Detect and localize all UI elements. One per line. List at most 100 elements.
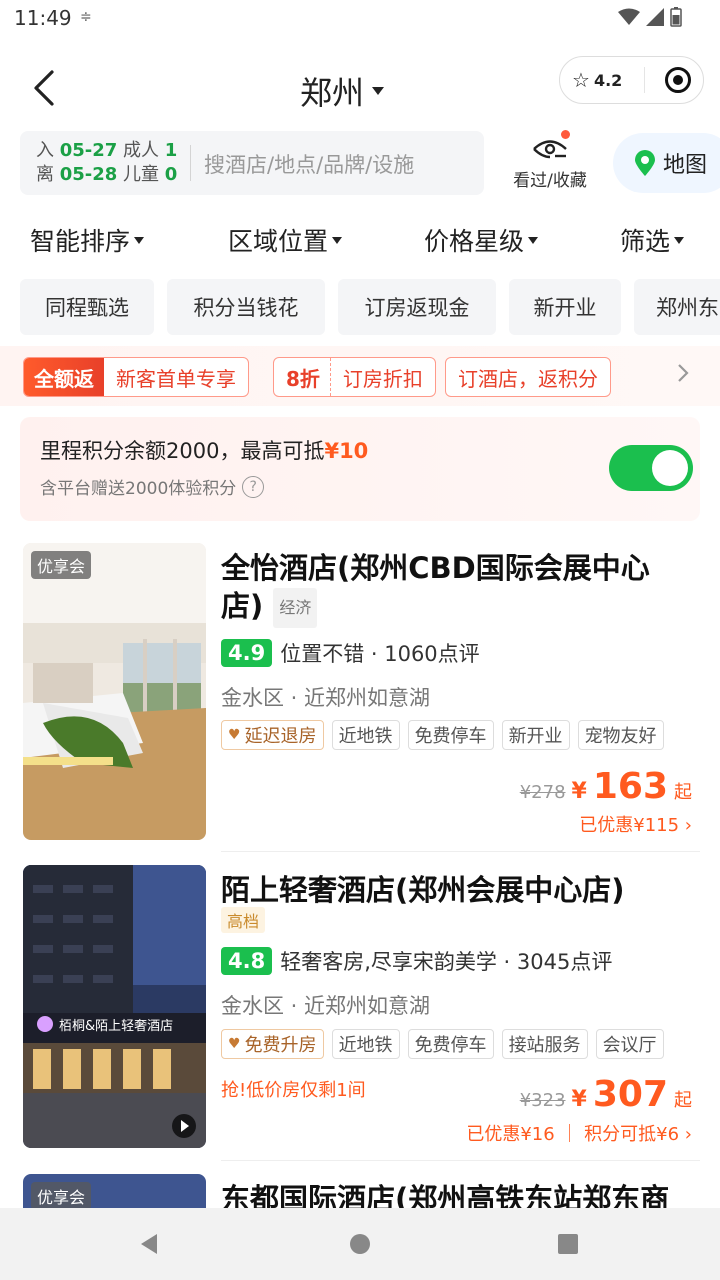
adults-label: 成人 xyxy=(123,140,160,161)
hotel-price: ¥278 ¥163 起 xyxy=(520,766,692,807)
capsule-divider xyxy=(644,67,646,93)
sort-bar: 智能排序 区域位置 价格星级 筛选 xyxy=(0,218,720,262)
star-icon[interactable]: ☆ xyxy=(572,68,590,92)
tag: 近地铁 xyxy=(331,720,400,750)
tag: 近地铁 xyxy=(331,1029,400,1059)
help-icon[interactable]: ? xyxy=(242,475,265,498)
chip-tc-select[interactable]: 同程甄选 xyxy=(20,279,154,335)
hotel-tags: ♥ 免费升房 近地铁 免费停车 接站服务 会议厅 xyxy=(221,1029,664,1059)
tag: 接站服务 xyxy=(501,1029,588,1059)
hotel-card[interactable]: 优享会 东都国际酒店(郑州高铁东站郑东商 xyxy=(0,1172,720,1212)
hotel-card[interactable]: 优享会 全怡酒店(郑州CBD国际会展中心店) 经济 4.9 位置不错 · 106… xyxy=(0,540,720,852)
battery-icon xyxy=(670,7,682,27)
hotel-name[interactable]: 陌上轻奢酒店(郑州会展中心店) xyxy=(221,871,691,909)
promo-text: 订酒店，返积分 xyxy=(458,366,598,391)
price-from: 起 xyxy=(674,782,692,803)
search-box[interactable]: 入 05-27 成人 1 离 05-28 儿童 0 搜酒店/地点/品牌/设施 xyxy=(20,131,484,195)
caret-down-icon xyxy=(134,236,145,244)
heart-icon: ♥ xyxy=(228,1036,241,1052)
rating-value: 4.2 xyxy=(593,70,623,90)
signal-icon xyxy=(646,8,664,26)
sort-price-star[interactable]: 价格星级 xyxy=(424,222,539,258)
sort-filter[interactable]: 筛选 xyxy=(620,222,685,258)
hotel-urgency: 抢!低价房仅剩1间 xyxy=(221,1080,366,1101)
history-favorites-button[interactable]: 看过/收藏 xyxy=(500,130,600,196)
map-label: 地图 xyxy=(663,153,708,178)
sort-smart[interactable]: 智能排序 xyxy=(30,222,145,258)
currency-symbol: ¥ xyxy=(571,779,587,804)
adults-count: 1 xyxy=(164,140,178,161)
hotel-discount[interactable]: 已优惠¥115 › xyxy=(579,811,692,837)
vip-badge: 优享会 xyxy=(31,551,92,579)
hotel-photo[interactable]: 优享会 xyxy=(23,543,206,840)
search-divider xyxy=(190,145,191,181)
nav-home-icon[interactable] xyxy=(349,1233,371,1255)
tag: 免费停车 xyxy=(407,720,494,750)
tag: 免费停车 xyxy=(407,1029,494,1059)
chip-points-as-cash[interactable]: 积分当钱花 xyxy=(167,279,325,335)
original-price: ¥278 xyxy=(519,782,566,803)
nav-recents-icon[interactable] xyxy=(557,1233,579,1255)
hotel-photo[interactable]: 优享会 xyxy=(23,1174,206,1212)
map-button[interactable]: 地图 xyxy=(613,133,720,193)
chevron-right-icon[interactable] xyxy=(676,362,690,384)
checkin-date: 05-27 xyxy=(59,140,118,161)
hotel-score: 4.8 xyxy=(221,947,273,975)
promo-points[interactable]: 订酒店，返积分 xyxy=(445,357,611,397)
points-max-deduct: ¥10 xyxy=(324,439,369,463)
search-input[interactable]: 搜酒店/地点/品牌/设施 xyxy=(204,149,414,179)
back-button[interactable] xyxy=(28,66,68,110)
record-icon[interactable] xyxy=(665,67,692,93)
checkout-label: 离 xyxy=(36,164,54,185)
hotel-discount[interactable]: 已优惠¥16 ｜ 积分可抵¥6 › xyxy=(466,1120,692,1146)
points-balance: 里程积分余额2000，最高可抵¥10 xyxy=(40,439,369,463)
toggle-knob xyxy=(652,450,688,486)
checkin-label: 入 xyxy=(36,140,54,161)
chip-zhengzhou-east[interactable]: 郑州东 xyxy=(634,279,720,335)
price-from: 起 xyxy=(674,1090,692,1111)
promo-highlight: 全额返 xyxy=(24,358,104,396)
chip-new-open[interactable]: 新开业 xyxy=(509,279,621,335)
notification-dot xyxy=(561,130,570,139)
map-pin-icon xyxy=(635,150,655,176)
hotel-grade: 高档 xyxy=(221,907,266,933)
history-label: 看过/收藏 xyxy=(513,171,587,191)
hotel-score-line: 4.8 轻奢客房,尽享宋韵美学 · 3045点评 xyxy=(221,946,612,976)
hotel-photo[interactable]: 栢桐&陌上轻奢酒店 xyxy=(23,865,206,1148)
tag: 新开业 xyxy=(501,720,570,750)
points-note: 含平台赠送2000体验积分 ? xyxy=(40,474,265,499)
caret-down-icon xyxy=(372,87,385,95)
hotel-card[interactable]: 栢桐&陌上轻奢酒店 陌上轻奢酒店(郑州会展中心店) 高档 4.8 轻奢客房,尽享… xyxy=(0,862,720,1162)
points-toggle[interactable] xyxy=(609,445,693,491)
city-selector[interactable]: 郑州 xyxy=(300,68,385,114)
hotel-score-line: 4.9 位置不错 · 1060点评 xyxy=(221,638,480,668)
hotel-name[interactable]: 全怡酒店(郑州CBD国际会展中心店) 经济 xyxy=(221,549,691,628)
hotel-comment: 轻奢客房,尽享宋韵美学 · 3045点评 xyxy=(280,950,613,974)
status-icons xyxy=(618,7,682,27)
back-arrow-icon xyxy=(34,70,54,106)
vip-badge: 优享会 xyxy=(31,1182,92,1210)
chip-cashback[interactable]: 订房返现金 xyxy=(338,279,496,335)
wifi-icon xyxy=(618,8,640,25)
date-guest-selector[interactable]: 入 05-27 成人 1 离 05-28 儿童 0 xyxy=(36,139,177,187)
promo-text: 订房折扣 xyxy=(342,366,423,391)
children-label: 儿童 xyxy=(123,164,160,185)
tag: 会议厅 xyxy=(595,1029,664,1059)
play-video-icon[interactable] xyxy=(172,1114,196,1138)
original-price: ¥323 xyxy=(519,1090,566,1111)
room-photo xyxy=(23,543,206,840)
tag-highlight: ♥ 延迟退房 xyxy=(221,720,324,750)
hotel-comment: 位置不错 · 1060点评 xyxy=(280,642,480,666)
hotel-grade: 经济 xyxy=(273,588,318,628)
promo-new-user[interactable]: 全额返 新客首单专享 xyxy=(23,357,249,397)
tag-highlight: ♥ 免费升房 xyxy=(221,1029,324,1059)
promo-discount[interactable]: 8折 订房折扣 xyxy=(273,357,436,397)
hotel-sign: 栢桐&陌上轻奢酒店 xyxy=(59,1019,174,1034)
current-price: 307 xyxy=(592,1074,668,1115)
city-name: 郑州 xyxy=(300,74,365,112)
status-bar: 11:49 ≑ xyxy=(0,0,720,40)
sort-area[interactable]: 区域位置 xyxy=(228,222,343,258)
promo-highlight: 8折 xyxy=(274,358,331,396)
hotel-tags: ♥ 延迟退房 近地铁 免费停车 新开业 宠物友好 xyxy=(221,720,664,750)
nav-back-icon[interactable] xyxy=(137,1232,161,1256)
